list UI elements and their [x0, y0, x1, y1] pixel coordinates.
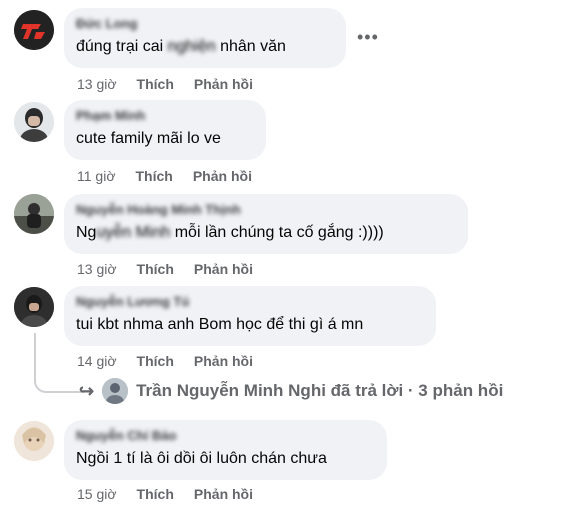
comment-bubble: Đức Long đúng trại cai nghiện nhân văn: [64, 8, 346, 68]
profile-photo-icon: [14, 421, 54, 461]
reply-button[interactable]: Phản hồi: [194, 261, 253, 277]
profile-photo-icon: [14, 287, 54, 327]
like-button[interactable]: Thích: [137, 76, 174, 92]
comment-bubble: Nguyễn Hoàng Minh Thịnh Nguyễn Minh mỗi …: [64, 194, 468, 254]
reply-arrow-icon: ↪: [79, 380, 95, 401]
comment-time[interactable]: 13 giờ: [77, 76, 117, 92]
comment-text: Ngồi 1 tí là ôi dồi ôi luôn chán chưa: [76, 450, 327, 467]
profile-photo-icon: [102, 378, 129, 404]
logo-icon: [14, 10, 54, 50]
reply-button[interactable]: Phản hồi: [194, 353, 253, 369]
comment-bubble: Nguyễn Lương Tú tui kbt nhma anh Bom học…: [64, 286, 436, 346]
comment-bubble: Phạm Minh cute family mãi lo ve: [64, 100, 266, 160]
like-button[interactable]: Thích: [136, 168, 173, 184]
like-button[interactable]: Thích: [137, 486, 174, 502]
avatar[interactable]: [14, 10, 54, 50]
avatar[interactable]: [14, 421, 54, 461]
comment-author[interactable]: Nguyễn Chí Bảo: [76, 428, 375, 444]
comment-author[interactable]: Đức Long: [76, 16, 334, 32]
comment-text: tui kbt nhma anh Bom học để thi gì á mn: [76, 316, 364, 333]
comment-time[interactable]: 13 giờ: [77, 261, 117, 277]
comment-author[interactable]: Nguyễn Hoàng Minh Thịnh: [76, 202, 456, 218]
replier-avatar: [102, 378, 129, 404]
thread-connector-line: [34, 333, 84, 393]
comment-text: cute family mãi lo ve: [76, 130, 221, 147]
view-replies-link[interactable]: ↪ Trần Nguyễn Minh Nghi đã trả lời · 3 p…: [79, 378, 503, 404]
comment-bubble: Nguyễn Chí Bảo Ngồi 1 tí là ôi dồi ôi lu…: [64, 420, 387, 480]
like-button[interactable]: Thích: [137, 261, 174, 277]
comment-author[interactable]: Phạm Minh: [76, 108, 254, 124]
avatar[interactable]: [14, 287, 54, 327]
avatar[interactable]: [14, 102, 54, 142]
avatar[interactable]: [14, 194, 54, 234]
more-options-button[interactable]: •••: [357, 28, 379, 46]
comment-text: Nguyễn Minh mỗi lần chúng ta cố gắng :))…: [76, 224, 384, 241]
reply-button[interactable]: Phản hồi: [194, 76, 253, 92]
reply-button[interactable]: Phản hồi: [194, 486, 253, 502]
like-button[interactable]: Thích: [137, 353, 174, 369]
comment-text: đúng trại cai nghiện nhân văn: [76, 38, 286, 55]
profile-photo-icon: [14, 102, 54, 142]
reply-button[interactable]: Phản hồi: [193, 168, 252, 184]
comment-time[interactable]: 11 giờ: [77, 168, 116, 184]
comment-author[interactable]: Nguyễn Lương Tú: [76, 294, 424, 310]
profile-photo-icon: [14, 194, 54, 234]
comment-time[interactable]: 15 giờ: [77, 486, 117, 502]
replies-summary-text[interactable]: Trần Nguyễn Minh Nghi đã trả lời · 3 phả…: [136, 381, 503, 401]
